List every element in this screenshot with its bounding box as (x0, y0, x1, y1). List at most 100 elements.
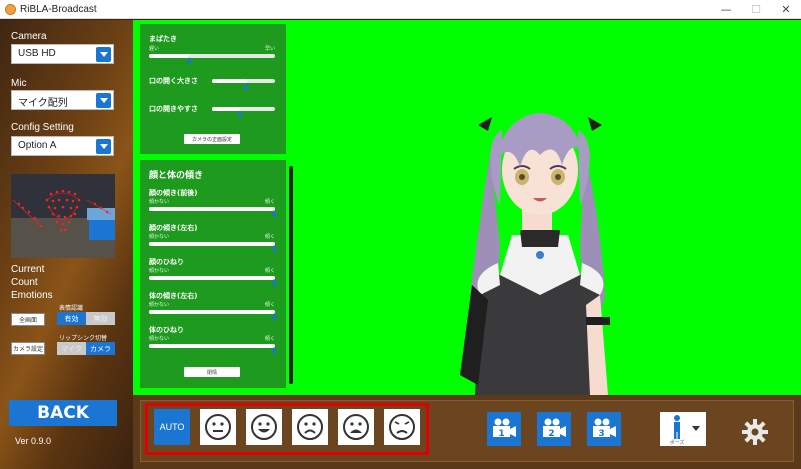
sad-face-icon (297, 414, 323, 440)
expression-on[interactable]: 有効 (57, 312, 86, 325)
fullscreen-button[interactable]: 全画面 (11, 313, 45, 326)
slider-face-yaw-label: 顔のひねり (149, 258, 184, 266)
back-button[interactable]: BACK (9, 400, 117, 426)
chevron-down-icon (96, 93, 111, 108)
app-icon (5, 3, 16, 15)
slider-body-yaw-label: 体のひねり (149, 326, 184, 334)
slider-face-yaw-thumb[interactable] (271, 279, 277, 285)
slider-mouth-ease[interactable] (212, 107, 275, 111)
slider-face-roll-label: 顔の傾き(左右) (149, 224, 198, 232)
happy-face-icon (251, 414, 277, 440)
slider-body-yaw-min: 傾かない (149, 336, 170, 342)
pose-select-button[interactable]: ポーズ (660, 412, 706, 446)
status-count: Count (11, 277, 38, 288)
expression-label: 表情認識 (59, 305, 84, 312)
camera-2-number: 2 (548, 429, 554, 439)
slider-blink-label: まばたき (149, 35, 177, 43)
slider-face-roll-max: 傾く (264, 234, 275, 240)
status-emotions: Emotions (11, 290, 53, 301)
camera-label: Camera (11, 31, 47, 42)
camera-2-button[interactable]: 2 (537, 412, 571, 446)
slider-face-yaw-max: 傾く (264, 268, 275, 274)
mouth-eye-settings-card: まばたき 遅い 早い 口の開く大きさ 口の開きやすさ カメラの正面設定 (140, 24, 286, 154)
camera-front-button[interactable]: カメラの正面設定 (184, 134, 240, 144)
angry-face-icon (343, 414, 369, 440)
video-camera-icon: 1 (493, 418, 516, 439)
slider-body-yaw-max: 傾く (264, 336, 275, 342)
neutral-face-icon (205, 414, 231, 440)
slider-blink[interactable] (149, 54, 275, 58)
slider-face-pitch[interactable] (149, 207, 275, 211)
slider-mouth-ease-label: 口の開きやすさ (149, 105, 198, 113)
config-select-value: Option A (18, 140, 57, 151)
minimize-button[interactable]: — (711, 0, 741, 19)
camera-1-number: 1 (498, 429, 504, 439)
camera-1-button[interactable]: 1 (487, 412, 521, 446)
mic-label: Mic (11, 78, 27, 89)
camera-3-button[interactable]: 3 (587, 412, 621, 446)
avatar-character (460, 113, 610, 395)
slider-body-roll-thumb[interactable] (271, 313, 277, 319)
slider-body-roll[interactable] (149, 310, 275, 314)
auto-expression-button[interactable]: AUTO (154, 409, 190, 445)
config-select[interactable]: Option A (11, 136, 114, 156)
sad-face-button[interactable] (292, 409, 328, 445)
lipsync-toggle[interactable]: マイク カメラ (57, 342, 115, 355)
happy-face-button[interactable] (246, 409, 282, 445)
slider-blink-thumb[interactable] (186, 57, 192, 63)
slider-face-pitch-max: 傾く (264, 199, 275, 205)
lipsync-camera[interactable]: カメラ (86, 342, 115, 355)
slider-body-roll-min: 傾かない (149, 302, 170, 308)
camera-3-number: 3 (598, 429, 604, 439)
slider-face-pitch-thumb[interactable] (271, 210, 277, 216)
slider-mouth-ease-thumb[interactable] (237, 111, 243, 117)
status-current: Current (11, 264, 45, 275)
title-bar: RiBLA-Broadcast — ☐ ✕ (0, 0, 801, 19)
close-card-button[interactable]: 閉情 (184, 367, 240, 377)
window-title: RiBLA-Broadcast (20, 3, 97, 15)
window-controls: — ☐ ✕ (711, 0, 801, 19)
lipsync-label: リップシンク切替 (59, 335, 108, 342)
camera-select[interactable]: USB HD (11, 44, 114, 64)
lipsync-mic[interactable]: マイク (57, 342, 86, 355)
chevron-down-icon (96, 47, 111, 62)
expression-toggle[interactable]: 有効 無効 (57, 312, 115, 325)
camera-settings-button[interactable]: カメラ設定 (11, 342, 45, 355)
settings-button[interactable] (741, 418, 769, 446)
slider-body-roll-max: 傾く (264, 302, 275, 308)
slider-face-roll[interactable] (149, 242, 275, 246)
tracking-preview (11, 174, 115, 258)
neutral-face-button[interactable] (200, 409, 236, 445)
angry-face-button[interactable] (338, 409, 374, 445)
tilt-settings-card: 顔と体の傾き 顔の傾き(前後) 傾かない 傾く 顔の傾き(左右) 傾かない 傾く… (140, 160, 286, 388)
version-label: Ver 0.9.0 (15, 436, 52, 446)
slider-body-yaw-thumb[interactable] (271, 347, 277, 353)
slider-face-yaw-min: 傾かない (149, 268, 170, 274)
chevron-down-icon (96, 139, 111, 154)
slider-face-yaw[interactable] (149, 276, 275, 280)
slider-mouth-size-thumb[interactable] (243, 83, 249, 89)
camera-select-value: USB HD (18, 48, 56, 59)
pose-label: ポーズ (670, 439, 685, 446)
slider-face-roll-thumb[interactable] (271, 245, 277, 251)
video-camera-icon: 3 (593, 418, 616, 439)
slider-body-yaw[interactable] (149, 344, 275, 348)
mic-select[interactable]: マイク配列 (11, 90, 114, 110)
slider-face-roll-min: 傾かない (149, 234, 170, 240)
slider-blink-min: 遅い (149, 46, 160, 52)
slider-blink-max: 早い (264, 46, 275, 52)
slider-body-roll-label: 体の傾き(左右) (149, 292, 198, 300)
slider-face-pitch-min: 傾かない (149, 199, 170, 205)
tilt-card-title: 顔と体の傾き (149, 171, 204, 181)
expression-off[interactable]: 無効 (86, 312, 115, 325)
slider-mouth-size-label: 口の開く大きさ (149, 77, 198, 85)
worried-face-button[interactable] (384, 409, 420, 445)
close-button[interactable]: ✕ (771, 0, 801, 19)
video-camera-icon: 2 (543, 418, 566, 439)
maximize-button[interactable]: ☐ (741, 0, 771, 19)
settings-panel: まばたき 遅い 早い 口の開く大きさ 口の開きやすさ カメラの正面設定 顔と体の… (140, 24, 286, 389)
slider-face-pitch-label: 顔の傾き(前後) (149, 189, 198, 197)
gear-icon (742, 419, 768, 445)
worried-face-icon (389, 414, 415, 440)
settings-scrollbar[interactable] (289, 166, 293, 384)
